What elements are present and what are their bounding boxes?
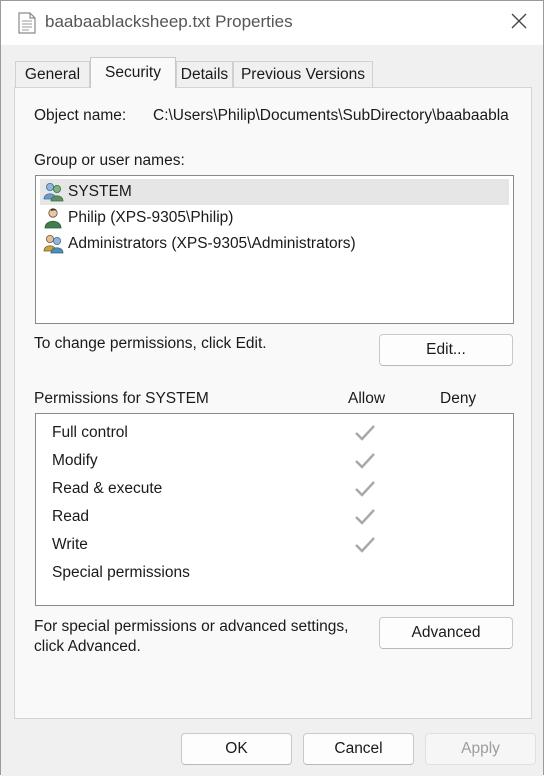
object-name-value: C:\Users\Philip\Documents\SubDirectory\b… [153, 107, 509, 124]
permission-row: Modify [52, 452, 492, 476]
ok-button[interactable]: OK [181, 733, 292, 765]
cancel-button-label: Cancel [334, 740, 383, 757]
tab-label: General [24, 65, 81, 83]
check-icon [353, 451, 377, 476]
permissions-for-label: Permissions for SYSTEM [34, 390, 209, 407]
list-item-system[interactable]: SYSTEM [40, 179, 509, 205]
permission-row: Special permissions [52, 564, 492, 588]
group-user-names-label: Group or user names: [34, 152, 185, 169]
user-group-icon [42, 181, 64, 203]
admin-group-icon [42, 233, 64, 255]
check-icon [353, 479, 377, 504]
tab-label: Security [105, 64, 161, 81]
permission-row: Full control [52, 424, 492, 448]
close-button[interactable] [501, 7, 537, 39]
tab-label: Previous Versions [240, 65, 366, 83]
advanced-text-line1: For special permissions or advanced sett… [34, 618, 349, 635]
permission-name: Special permissions [52, 564, 190, 581]
window-title: baabaablacksheep.txt Properties [45, 12, 293, 31]
permission-name: Read & execute [52, 480, 163, 497]
object-name-label: Object name: [34, 107, 127, 124]
properties-dialog: baabaablacksheep.txt Properties General … [0, 0, 544, 776]
tab-label: Details [180, 65, 229, 83]
advanced-text-line2: click Advanced. [34, 638, 141, 655]
permission-row: Read & execute [52, 480, 492, 504]
check-icon [353, 423, 377, 448]
permission-name: Write [52, 536, 88, 553]
permission-name: Read [52, 508, 90, 525]
edit-button-label: Edit... [426, 341, 466, 358]
user-name: SYSTEM [68, 183, 132, 200]
user-list[interactable]: SYSTEM Philip (XPS-9305\Philip) Administ… [35, 175, 514, 324]
tab-details[interactable]: Details [176, 61, 233, 87]
permission-name: Modify [52, 452, 98, 469]
advanced-button-label: Advanced [411, 624, 481, 641]
user-name: Philip (XPS-9305\Philip) [68, 209, 234, 226]
close-icon [511, 13, 527, 34]
user-icon [42, 207, 64, 229]
cancel-button[interactable]: Cancel [303, 733, 414, 765]
tab-general[interactable]: General [15, 61, 90, 87]
deny-header: Deny [440, 390, 477, 407]
apply-button-label: Apply [461, 740, 500, 757]
check-icon [353, 507, 377, 532]
tab-security[interactable]: Security [90, 57, 176, 88]
check-icon [353, 535, 377, 560]
permission-name: Full control [52, 424, 128, 441]
permissions-list: Full control Modify Read & execute Read … [35, 413, 514, 606]
allow-header: Allow [348, 390, 386, 407]
change-permissions-text: To change permissions, click Edit. [34, 335, 267, 352]
text-file-icon [18, 12, 36, 39]
permission-row: Read [52, 508, 492, 532]
ok-button-label: OK [225, 740, 248, 757]
advanced-button[interactable]: Advanced [379, 617, 513, 649]
list-item-administrators[interactable]: Administrators (XPS-9305\Administrators) [40, 231, 509, 257]
user-name: Administrators (XPS-9305\Administrators) [68, 235, 356, 252]
tab-previous-versions[interactable]: Previous Versions [233, 61, 373, 87]
apply-button[interactable]: Apply [425, 733, 536, 765]
list-item-philip[interactable]: Philip (XPS-9305\Philip) [40, 205, 509, 231]
permission-row: Write [52, 536, 492, 560]
title-bar[interactable]: baabaablacksheep.txt Properties [1, 1, 543, 45]
edit-button[interactable]: Edit... [379, 334, 513, 366]
